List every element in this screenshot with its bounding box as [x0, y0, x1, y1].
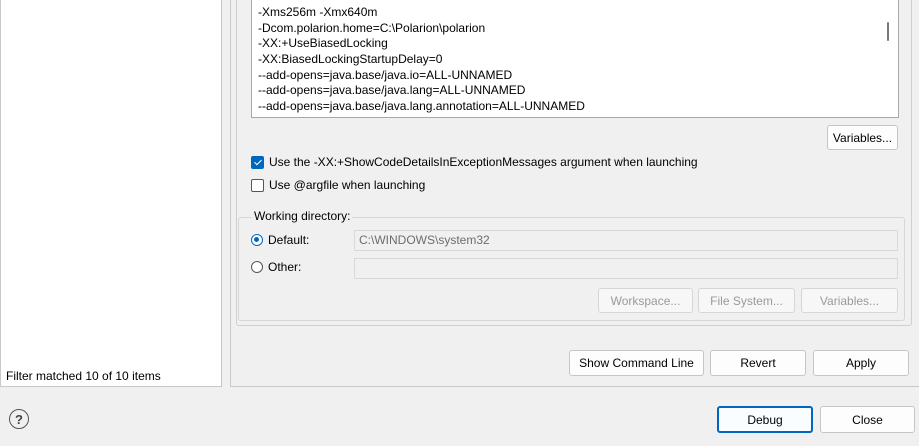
- file-system-button[interactable]: File System...: [698, 288, 795, 313]
- default-directory-label: Default:: [268, 233, 310, 247]
- other-directory-option[interactable]: Other:: [251, 260, 301, 274]
- other-directory-label: Other:: [268, 260, 302, 274]
- vm-arg-line: --add-opens=java.base/java.lang.annotati…: [258, 99, 585, 114]
- argfile-checkbox-row[interactable]: Use @argfile when launching: [251, 178, 425, 192]
- close-button[interactable]: Close: [820, 406, 915, 433]
- vm-arg-line: -Xms256m -Xmx640m: [258, 5, 378, 19]
- workspace-button[interactable]: Workspace...: [598, 288, 693, 313]
- apply-button[interactable]: Apply: [813, 350, 909, 376]
- argfile-label: Use @argfile when launching: [269, 178, 426, 192]
- question-mark-icon[interactable]: ?: [9, 409, 29, 429]
- default-directory-option[interactable]: Default:: [251, 233, 309, 247]
- vm-arg-line: -XX:+UseBiasedLocking: [258, 36, 388, 51]
- launch-config-tree-panel[interactable]: [0, 0, 222, 387]
- default-directory-radio[interactable]: [251, 234, 263, 246]
- vm-arguments-textarea[interactable]: -Xms256m -Xmx640m -Dcom.polarion.home=C:…: [251, 0, 899, 118]
- show-code-details-label: Use the -XX:+ShowCodeDetailsInExceptionM…: [269, 155, 698, 169]
- argfile-checkbox[interactable]: [251, 178, 264, 192]
- working-dir-variables-button[interactable]: Variables...: [801, 288, 898, 313]
- show-code-details-checkbox[interactable]: [251, 155, 264, 169]
- other-directory-radio[interactable]: [251, 261, 263, 273]
- show-code-details-checkbox-row[interactable]: Use the -XX:+ShowCodeDetailsInExceptionM…: [251, 155, 698, 169]
- working-directory-legend: Working directory:: [252, 209, 353, 223]
- scrollbar-thumb[interactable]: [887, 22, 889, 41]
- vm-arg-line: --add-opens=java.base/java.lang=ALL-UNNA…: [258, 83, 526, 98]
- other-directory-field[interactable]: [354, 258, 898, 279]
- default-directory-field[interactable]: C:\WINDOWS\system32: [354, 230, 898, 251]
- vm-variables-button[interactable]: Variables...: [827, 125, 898, 150]
- show-command-line-button[interactable]: Show Command Line: [569, 350, 704, 376]
- vm-arguments-scrollbar[interactable]: [878, 0, 898, 117]
- vm-arg-line: --add-opens=java.base/java.io=ALL-UNNAME…: [258, 67, 513, 82]
- vm-arg-line: -Dcom.polarion.home=C:\Polarion\polarion: [258, 20, 486, 35]
- revert-button[interactable]: Revert: [710, 350, 806, 376]
- vm-arg-line: -XX:BiasedLockingStartupDelay=0: [258, 52, 443, 67]
- filter-status-text: Filter matched 10 of 10 items: [6, 369, 161, 383]
- debug-button[interactable]: Debug: [717, 406, 813, 433]
